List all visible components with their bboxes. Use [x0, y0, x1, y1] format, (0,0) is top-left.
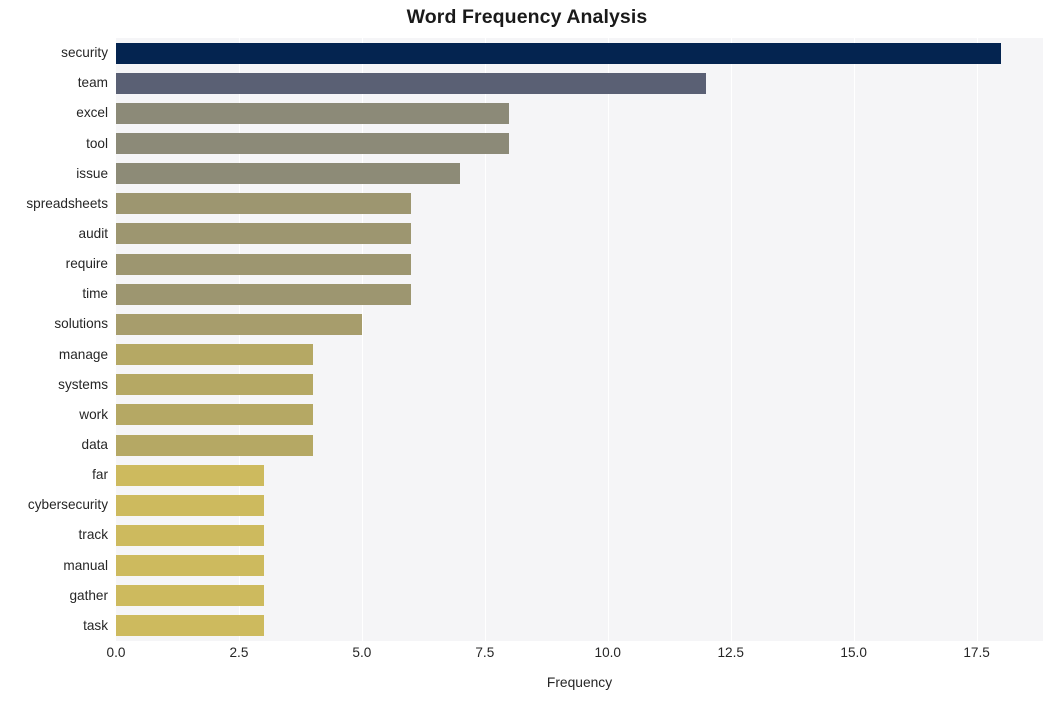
chart-title: Word Frequency Analysis [406, 6, 648, 28]
y-tick-label-manual: manual [63, 557, 108, 573]
word-frequency-chart-figure: Word Frequency Analysis security team exce… [0, 0, 1054, 701]
y-tick-label-gather: gather [69, 587, 108, 603]
y-tick-label-manage: manage [58, 346, 108, 362]
x-tick-label: 12.5 [717, 645, 744, 660]
x-tick-label: 7.5 [475, 645, 495, 660]
bar [116, 253, 412, 275]
bar [116, 555, 264, 577]
x-tick-label: 17.5 [963, 645, 990, 660]
x-tick-label: 0.0 [106, 645, 126, 660]
bar [116, 133, 510, 155]
bar [116, 72, 707, 94]
bar [116, 404, 313, 426]
bar [116, 193, 412, 215]
y-tick-label-time: time [82, 286, 108, 302]
bar [116, 524, 264, 546]
x-tick-label: 15.0 [840, 645, 867, 660]
bar [116, 102, 510, 124]
bar [116, 344, 313, 366]
y-tick-label-issue: issue [76, 165, 108, 181]
y-tick-label-systems: systems [58, 376, 108, 392]
bars-layer [116, 38, 1043, 641]
x-tick-label: 5.0 [352, 645, 372, 660]
bar [116, 464, 264, 486]
bar [116, 434, 313, 456]
y-tick-label-tool: tool [86, 135, 108, 151]
bar [116, 163, 461, 185]
y-tick-label-solutions: solutions [54, 316, 108, 332]
y-axis-tick-labels: security team excel tool issue spreadsheets au… [0, 38, 108, 641]
bar [116, 42, 1002, 64]
bar [116, 223, 412, 245]
y-tick-label-security: security [61, 45, 108, 61]
bar [116, 585, 264, 607]
y-tick-label-data: data [81, 437, 108, 453]
bar [116, 494, 264, 516]
y-tick-label-require: require [65, 256, 108, 272]
y-tick-label-excel: excel [76, 105, 108, 121]
x-axis-tick-labels: 0.0 2.5 5.0 7.5 10.0 12.5 15.0 17.5 [107, 645, 1043, 665]
x-axis-title: Frequency [546, 675, 613, 690]
x-tick-label: 10.0 [594, 645, 621, 660]
bar [116, 283, 412, 305]
y-tick-label-spreadsheets: spreadsheets [26, 195, 108, 211]
y-tick-label-track: track [78, 527, 108, 543]
bar [116, 615, 264, 637]
bar [116, 374, 313, 396]
y-tick-label-audit: audit [78, 225, 108, 241]
y-tick-label-team: team [77, 75, 108, 91]
x-tick-label: 2.5 [229, 645, 249, 660]
plot-area [116, 38, 1043, 641]
y-tick-label-task: task [83, 617, 108, 633]
y-tick-label-work: work [79, 406, 108, 422]
y-tick-label-cybersecurity: cybersecurity [27, 497, 108, 513]
bar [116, 313, 362, 335]
y-tick-label-far: far [92, 467, 108, 483]
